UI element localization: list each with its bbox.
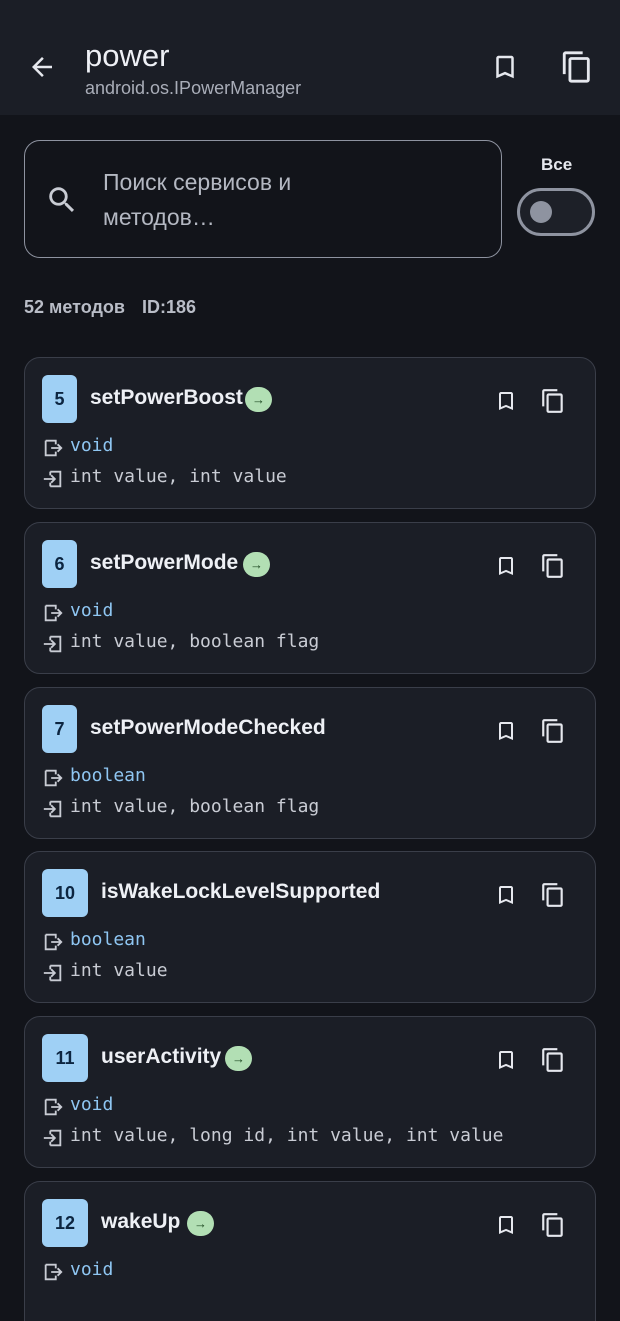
card-copy-button[interactable] (538, 878, 568, 912)
card-bookmark-button[interactable] (491, 878, 521, 912)
method-index: 6 (42, 540, 77, 588)
card-bookmark-button[interactable] (491, 1208, 521, 1242)
app-bar: power android.os.IPowerManager (0, 0, 620, 115)
copy-button[interactable] (554, 44, 600, 90)
parameters-icon (43, 470, 62, 488)
bookmark-icon (499, 886, 513, 904)
card-bookmark-button[interactable] (491, 384, 521, 418)
return-type-icon (44, 604, 63, 622)
card-copy-button[interactable] (538, 1043, 568, 1077)
method-card[interactable]: 12 wakeUp → void (24, 1181, 596, 1321)
method-name: isWakeLockLevelSupported (101, 880, 381, 903)
method-index: 11 (42, 1034, 88, 1082)
return-type-icon (44, 933, 63, 951)
parameters: int value, boolean flag (70, 631, 320, 652)
toggle-knob (530, 201, 552, 223)
card-bookmark-button[interactable] (491, 549, 521, 583)
method-name: setPowerBoost (90, 386, 243, 409)
arrow-back-icon (32, 57, 52, 77)
method-index: 5 (42, 375, 77, 423)
bookmark-icon (499, 722, 513, 740)
card-bookmark-button[interactable] (491, 1043, 521, 1077)
copy-icon (542, 1048, 563, 1072)
method-name: userActivity (101, 1045, 222, 1068)
method-index: 10 (42, 869, 88, 917)
parameters-icon (43, 1129, 62, 1147)
method-count: 52 методов (24, 297, 125, 317)
method-name: setPowerMode (90, 551, 239, 574)
bookmark-icon (496, 55, 514, 79)
show-all-toggle[interactable] (517, 188, 595, 236)
arrow-badge: → (243, 552, 270, 577)
copy-icon (542, 1213, 563, 1237)
return-type-icon (44, 1263, 63, 1281)
card-copy-button[interactable] (538, 384, 568, 418)
method-name: setPowerModeChecked (90, 716, 326, 739)
parameters-icon (43, 800, 62, 818)
parameters-icon (43, 964, 62, 982)
copy-icon (542, 719, 563, 743)
parameters: int value (70, 960, 168, 981)
copy-icon (562, 51, 590, 83)
copy-icon (542, 554, 563, 578)
method-card[interactable]: 5 setPowerBoost → void int value, int va… (24, 357, 596, 509)
method-index: 7 (42, 705, 77, 753)
arrow-badge: → (245, 387, 272, 412)
toggle-label: Все (541, 155, 573, 174)
parameters: int value, int value (70, 466, 287, 487)
page-subtitle: android.os.IPowerManager (85, 78, 302, 98)
return-type: boolean (70, 765, 146, 786)
search-input[interactable]: Поиск сервисов и методов… (24, 140, 502, 258)
card-copy-button[interactable] (538, 714, 568, 748)
parameters: int value, boolean flag (70, 796, 320, 817)
service-id: ID:186 (141, 297, 196, 317)
method-card[interactable]: 11 userActivity → void int value, long i… (24, 1016, 596, 1168)
method-name: wakeUp (101, 1210, 181, 1233)
method-card[interactable]: 10 isWakeLockLevelSupported boolean int … (24, 851, 596, 1003)
arrow-badge: → (187, 1211, 214, 1236)
card-bookmark-button[interactable] (491, 714, 521, 748)
method-index: 12 (42, 1199, 88, 1247)
return-type: void (70, 435, 114, 456)
arrow-badge: → (225, 1046, 252, 1071)
bookmark-icon (499, 1051, 513, 1069)
page-title: power (85, 38, 170, 73)
copy-icon (542, 389, 563, 413)
return-type-icon (44, 439, 63, 457)
bookmark-button[interactable] (482, 44, 528, 90)
parameters: int value, long id, int value, int value (70, 1125, 504, 1146)
card-copy-button[interactable] (538, 1208, 568, 1242)
return-type: boolean (70, 929, 146, 950)
return-type-icon (44, 1098, 63, 1116)
copy-icon (542, 883, 563, 907)
search-placeholder: Поиск сервисов и методов… (103, 169, 292, 230)
return-type: void (70, 1094, 114, 1115)
return-type-icon (44, 769, 63, 787)
return-type: void (70, 1259, 114, 1280)
method-card[interactable]: 7 setPowerModeChecked boolean int value,… (24, 687, 596, 839)
summary-line: 52 методов ID:186 (24, 297, 196, 318)
card-copy-button[interactable] (538, 549, 568, 583)
parameters-icon (43, 635, 62, 653)
bookmark-icon (499, 392, 513, 410)
method-card[interactable]: 6 setPowerMode → void int value, boolean… (24, 522, 596, 674)
search-icon (49, 187, 75, 213)
back-button[interactable] (22, 44, 62, 90)
bookmark-icon (499, 557, 513, 575)
bookmark-icon (499, 1216, 513, 1234)
return-type: void (70, 600, 114, 621)
